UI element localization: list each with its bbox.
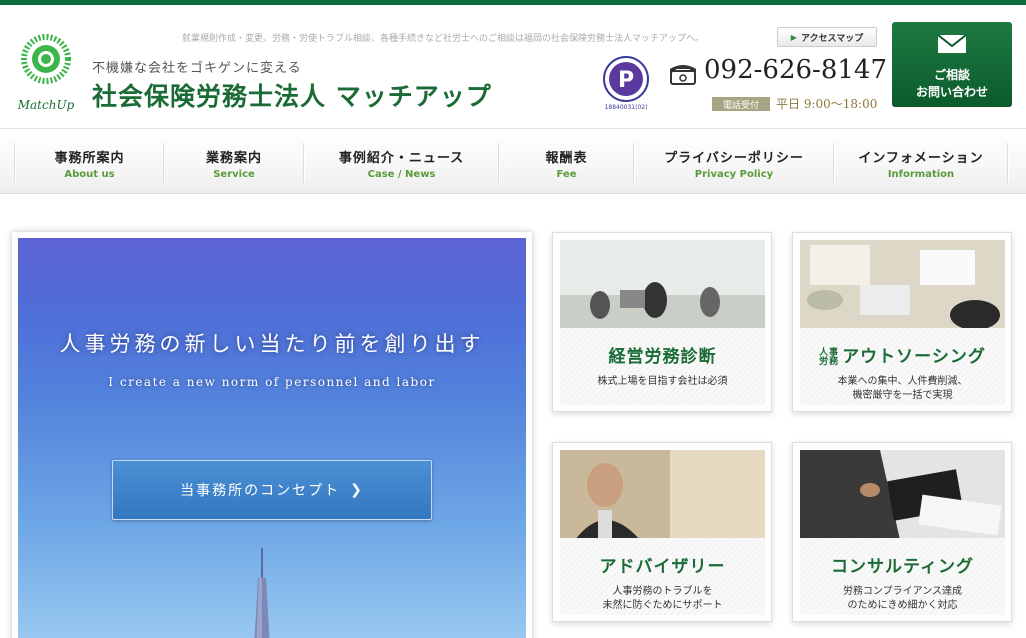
nav-label-en: Fee (556, 168, 577, 180)
card-title-main: アウトソーシング (842, 347, 986, 367)
nav-label-en: Information (887, 168, 955, 180)
privacy-mark-icon: P 18840031(02) (603, 56, 649, 111)
nav-label-jp: 業務案内 (205, 150, 262, 166)
nav-label-en: Privacy Policy (694, 168, 774, 180)
card-title: 経営労務診断 (608, 347, 717, 367)
card-description: 本業への集中、人件費削減、 機密厳守を一括で実現 (800, 375, 1005, 403)
card-panel: アドバイザリー 人事労務のトラブルを 未然に防ぐためにサポート (560, 538, 765, 615)
card-desc-line: 人事労務のトラブルを (612, 586, 713, 597)
hours-badge: 電話受付 (712, 97, 770, 111)
card-desc-line: 本業への集中、人件費削減、 (837, 376, 968, 387)
nav-label-jp: 事例紹介・ニュース (338, 150, 465, 166)
triangle-right-icon: ▶ (790, 32, 797, 42)
card-desc-line: 機密厳守を一括で実現 (852, 390, 953, 401)
nav-item-about[interactable]: 事務所案内 About us (16, 129, 163, 195)
card-title: 人事 労務 アウトソーシング (800, 342, 1005, 367)
service-card-advisory[interactable]: アドバイザリー 人事労務のトラブルを 未然に防ぐためにサポート (552, 442, 772, 622)
card-description: 株式上場を目指す会社は必須 (560, 375, 765, 389)
nav-label-en: About us (64, 168, 115, 180)
nav-item-privacy-policy[interactable]: プライバシーポリシー Privacy Policy (635, 129, 833, 195)
service-card-outsourcing[interactable]: 人事 労務 アウトソーシング 本業への集中、人件費削減、 機密厳守を一括で実現 (792, 232, 1012, 412)
nav-item-information[interactable]: インフォメーション Information (835, 129, 1007, 195)
access-map-label: アクセスマップ (800, 33, 864, 44)
tagline: 不機嫌な会社をゴキゲンに変える (92, 61, 302, 76)
service-card-consulting[interactable]: コンサルティング 労務コンプライアンス達成 のためにきめ細かく対応 (792, 442, 1012, 622)
card-title-prefix: 人事 労務 (819, 348, 840, 367)
phone-number[interactable]: 092-626-8147 (704, 55, 887, 85)
consulting-documents-image (800, 450, 1005, 540)
svg-text:P: P (618, 68, 634, 93)
nav-divider (1007, 143, 1009, 183)
concept-button-label: 当事務所のコンセプト (180, 483, 341, 499)
prefix-line: 労務 (819, 356, 840, 367)
office-meeting-image (560, 240, 765, 330)
nav-item-case-news[interactable]: 事例紹介・ニュース Case / News (305, 129, 498, 195)
desk-work-image (800, 240, 1005, 330)
card-description: 労務コンプライアンス達成 のためにきめ細かく対応 (800, 585, 1005, 613)
site-header: MatchUp 就業規則作成・変更、労務・労使トラブル相談、各種手続きなど社労士… (0, 5, 1026, 128)
card-desc-line: 株式上場を目指す会社は必須 (597, 376, 728, 387)
service-card-management-diagnosis[interactable]: 経営労務診断 株式上場を目指す会社は必須 (552, 232, 772, 412)
nav-item-service[interactable]: 業務案内 Service (165, 129, 303, 195)
contact-line-1: ご相談 (933, 68, 970, 82)
card-desc-line: 未然に防ぐためにサポート (602, 600, 723, 611)
card-title: コンサルティング (831, 557, 974, 577)
nav-label-jp: 事務所案内 (54, 150, 125, 166)
concept-button[interactable]: 当事務所のコンセプト ❯ (112, 460, 432, 520)
hero-title: 人事労務の新しい当たり前を創り出す (59, 332, 485, 356)
hero-subtitle: I create a new norm of personnel and lab… (108, 375, 436, 389)
fukuoka-tower-image (254, 548, 270, 638)
mail-icon (937, 34, 967, 53)
global-nav: 事務所案内 About us 業務案内 Service 事例紹介・ニュース Ca… (0, 128, 1026, 194)
card-title: アドバイザリー (599, 557, 726, 577)
business-hours: 平日 9:00〜18:00 (776, 97, 878, 111)
intro-text: 就業規則作成・変更、労務・労使トラブル相談、各種手続きなど社労士へのご相談は福岡… (182, 34, 705, 44)
contact-button[interactable]: ご相談 お問い合わせ (892, 22, 1012, 107)
nav-label-en: Service (213, 168, 255, 180)
card-panel: 経営労務診断 株式上場を目指す会社は必須 (560, 328, 765, 405)
contact-line-2: お問い合わせ (915, 85, 988, 99)
card-panel: 人事 労務 アウトソーシング 本業への集中、人件費削減、 機密厳守を一括で実現 (800, 328, 1005, 405)
card-description: 人事労務のトラブルを 未然に防ぐためにサポート (560, 585, 765, 613)
nav-label-jp: 報酬表 (545, 150, 588, 166)
company-name: 社会保険労務士法人 マッチアップ (92, 82, 492, 111)
chevron-right-icon: ❯ (350, 482, 364, 498)
matchup-logo-icon: MatchUp (17, 34, 75, 112)
svg-text:MatchUp: MatchUp (17, 98, 75, 112)
nav-item-fee[interactable]: 報酬表 Fee (500, 129, 633, 195)
nav-label-jp: インフォメーション (858, 150, 984, 166)
nav-label-en: Case / News (367, 168, 436, 180)
telephone-icon (670, 65, 696, 85)
advisor-portrait-image (560, 450, 765, 540)
card-desc-line: 労務コンプライアンス達成 (842, 586, 963, 597)
card-desc-line: のためにきめ細かく対応 (847, 600, 958, 611)
svg-text:18840031(02): 18840031(02) (605, 104, 648, 111)
access-map-button[interactable]: ▶ アクセスマップ (777, 27, 877, 47)
card-panel: コンサルティング 労務コンプライアンス達成 のためにきめ細かく対応 (800, 538, 1005, 615)
nav-label-jp: プライバシーポリシー (664, 150, 804, 166)
hero-banner: 人事労務の新しい当たり前を創り出す I create a new norm of… (18, 238, 526, 638)
